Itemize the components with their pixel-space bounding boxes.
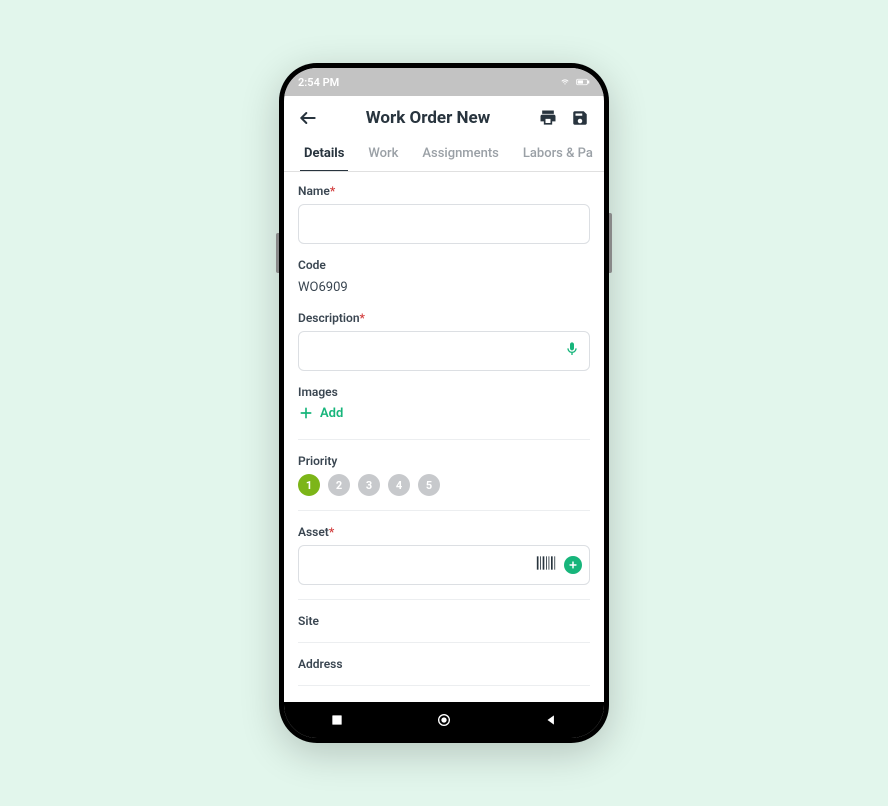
code-value: WO6909	[298, 278, 590, 297]
field-site: Site	[298, 614, 590, 628]
save-icon	[571, 109, 589, 127]
priority-options: 1 2 3 4 5	[298, 474, 590, 496]
code-label: Code	[298, 258, 590, 272]
address-label: Address	[298, 657, 590, 671]
save-button[interactable]	[568, 106, 592, 130]
print-button[interactable]	[536, 106, 560, 130]
add-asset-button[interactable]	[564, 556, 582, 574]
status-time: 2:54 PM	[298, 76, 339, 89]
priority-1[interactable]: 1	[298, 474, 320, 496]
tabs: Details Work Assignments Labors & Pa	[284, 138, 604, 172]
back-button[interactable]	[296, 106, 320, 130]
mic-button[interactable]	[564, 341, 580, 361]
field-address: Address	[298, 657, 590, 671]
square-icon	[330, 713, 344, 727]
field-asset: Asset*	[298, 525, 590, 585]
tab-labors[interactable]: Labors & Pa	[511, 138, 604, 171]
nav-recent-button[interactable]	[328, 711, 346, 729]
arrow-left-icon	[298, 108, 318, 128]
tab-details[interactable]: Details	[292, 138, 356, 171]
field-images: Images Add	[298, 385, 590, 425]
print-icon	[538, 108, 558, 128]
priority-5[interactable]: 5	[418, 474, 440, 496]
description-label: Description*	[298, 311, 590, 325]
description-input[interactable]	[298, 331, 590, 371]
name-input[interactable]	[298, 204, 590, 244]
priority-2[interactable]: 2	[328, 474, 350, 496]
page-title: Work Order New	[328, 108, 528, 128]
priority-3[interactable]: 3	[358, 474, 380, 496]
name-label: Name*	[298, 184, 590, 198]
field-code: Code WO6909	[298, 258, 590, 297]
site-label: Site	[298, 614, 590, 628]
tab-assignments[interactable]: Assignments	[410, 138, 510, 171]
triangle-left-icon	[544, 713, 558, 727]
tab-work[interactable]: Work	[356, 138, 410, 171]
app-bar: Work Order New	[284, 96, 604, 138]
priority-4[interactable]: 4	[388, 474, 410, 496]
screen: 2:54 PM Work Order New Details Work Assi…	[284, 68, 604, 738]
images-label: Images	[298, 385, 590, 399]
circle-icon	[436, 712, 452, 728]
plus-icon	[568, 560, 578, 570]
barcode-button[interactable]	[536, 555, 556, 575]
nav-home-button[interactable]	[435, 711, 453, 729]
add-image-button[interactable]: Add	[298, 405, 343, 421]
divider	[298, 439, 590, 440]
priority-label: Priority	[298, 454, 590, 468]
microphone-icon	[564, 341, 580, 357]
divider	[298, 642, 590, 643]
wifi-icon	[558, 77, 572, 87]
asset-label: Asset*	[298, 525, 590, 539]
field-description: Description*	[298, 311, 590, 371]
barcode-icon	[536, 555, 556, 571]
divider	[298, 685, 590, 686]
field-name: Name*	[298, 184, 590, 244]
nav-back-button[interactable]	[542, 711, 560, 729]
form-body: Name* Code WO6909 Description* Images	[284, 172, 604, 702]
status-bar: 2:54 PM	[284, 68, 604, 96]
phone-frame: 2:54 PM Work Order New Details Work Assi…	[279, 63, 609, 743]
status-icons	[558, 77, 590, 87]
android-nav-bar	[284, 702, 604, 738]
battery-icon	[576, 77, 590, 87]
field-priority: Priority 1 2 3 4 5	[298, 454, 590, 496]
divider	[298, 599, 590, 600]
divider	[298, 510, 590, 511]
plus-icon	[298, 405, 314, 421]
add-label: Add	[320, 406, 343, 421]
